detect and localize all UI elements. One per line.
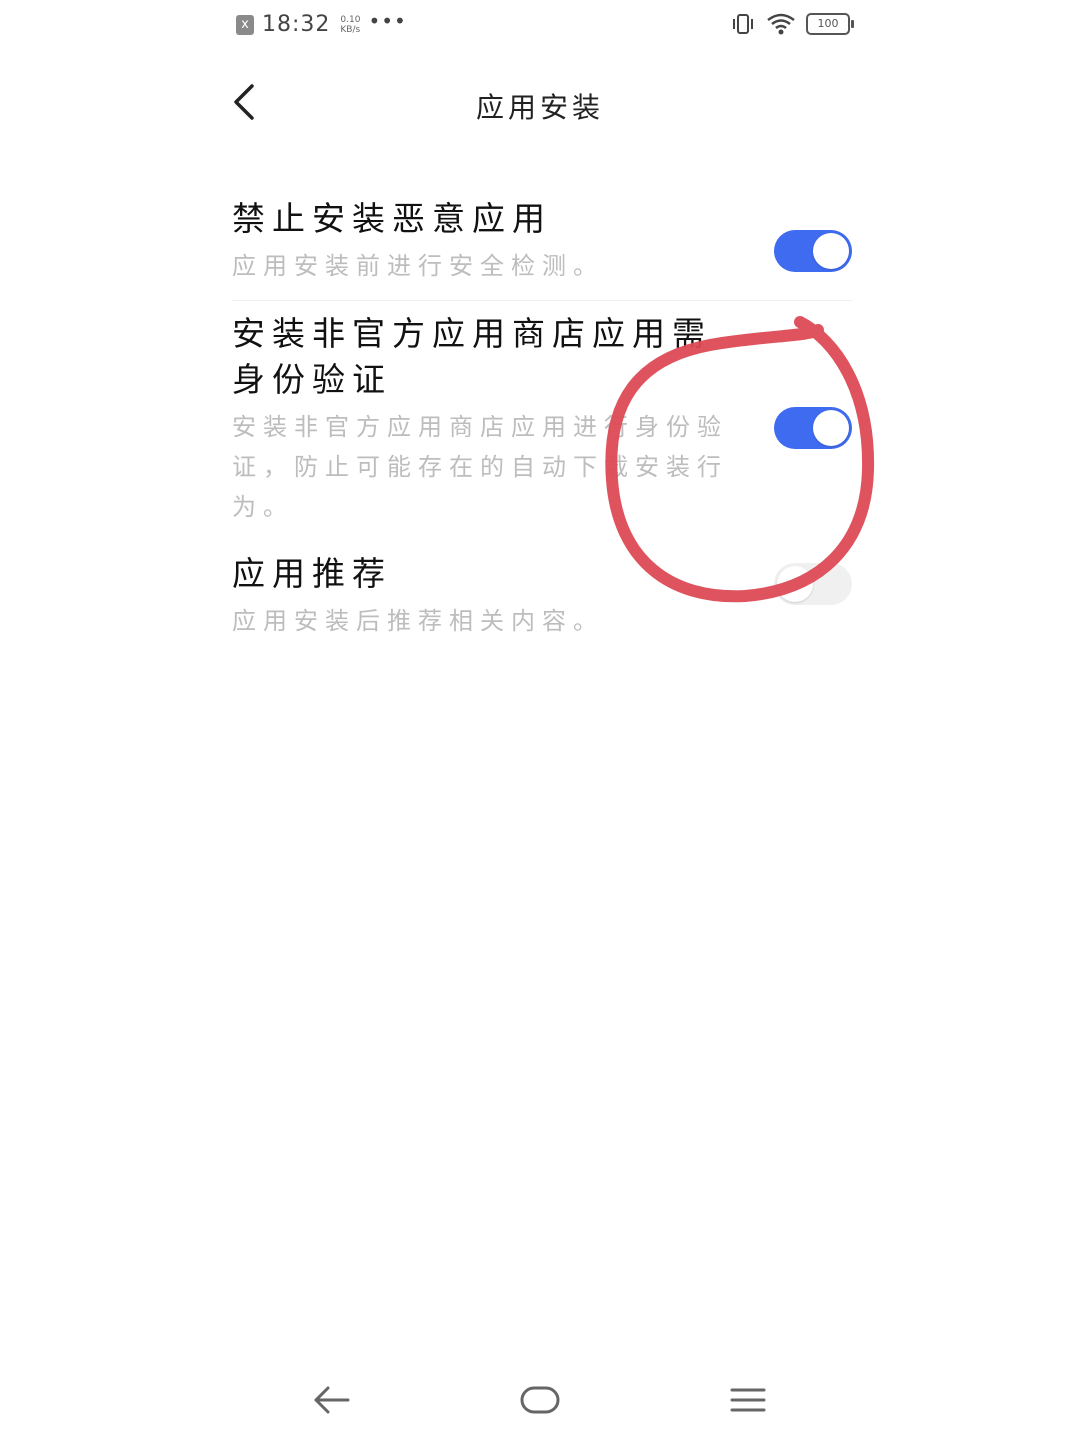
setting-title: 禁止安装恶意应用 <box>232 199 552 238</box>
notification-icon: x <box>236 14 254 35</box>
toggle-knob <box>777 566 813 602</box>
header: 应用安装 <box>0 60 1080 150</box>
nav-recents-button[interactable] <box>718 1378 778 1422</box>
network-speed-value: 0.10 <box>340 14 361 25</box>
more-notifications-icon: ••• <box>368 8 407 33</box>
toggle-knob <box>813 410 849 446</box>
status-bar: x 18:32 0.10 KB/s ••• 100 <box>0 0 1080 52</box>
nav-home-button[interactable] <box>510 1378 570 1422</box>
network-speed-unit: KB/s <box>340 24 361 35</box>
divider <box>232 300 852 301</box>
setting-subtitle: 应用安装前进行安全检测。 <box>232 252 604 280</box>
status-left: x 18:32 0.10 KB/s ••• <box>236 8 407 37</box>
setting-subtitle: 安装非官方应用商店应用进行身份验证，防止可能存在的自动下载安装行为。 <box>232 413 728 521</box>
setting-block-malicious-apps: 禁止安装恶意应用 应用安装前进行安全检测。 <box>232 196 852 286</box>
setting-title: 应用推荐 <box>232 554 392 593</box>
status-time: 18:32 <box>262 12 331 37</box>
nav-back-button[interactable] <box>302 1378 362 1422</box>
vibrate-icon <box>733 14 753 34</box>
navigation-bar <box>0 1368 1080 1432</box>
toggle-app-recommendation[interactable] <box>774 563 852 605</box>
setting-app-recommendation: 应用推荐 应用安装后推荐相关内容。 <box>232 551 852 641</box>
toggle-knob <box>813 233 849 269</box>
toggle-block-malicious-apps[interactable] <box>774 230 852 272</box>
setting-subtitle: 应用安装后推荐相关内容。 <box>232 607 604 635</box>
setting-unofficial-store-verification: 安装非官方应用商店应用需身份验证 安装非官方应用商店应用进行身份验证，防止可能存… <box>232 311 852 527</box>
page-title: 应用安装 <box>475 91 604 124</box>
setting-title: 安装非官方应用商店应用需身份验证 <box>232 314 712 399</box>
battery-icon: 100 <box>806 13 854 35</box>
wifi-icon <box>767 13 795 35</box>
settings-list: 禁止安装恶意应用 应用安装前进行安全检测。 安装非官方应用商店应用需身份验证 安… <box>232 196 852 641</box>
home-icon <box>520 1386 560 1414</box>
status-right: 100 <box>730 12 854 36</box>
menu-icon <box>730 1388 766 1412</box>
toggle-unofficial-store-verification[interactable] <box>774 407 852 449</box>
network-speed: 0.10 KB/s <box>340 15 360 35</box>
arrow-left-icon <box>314 1386 350 1414</box>
